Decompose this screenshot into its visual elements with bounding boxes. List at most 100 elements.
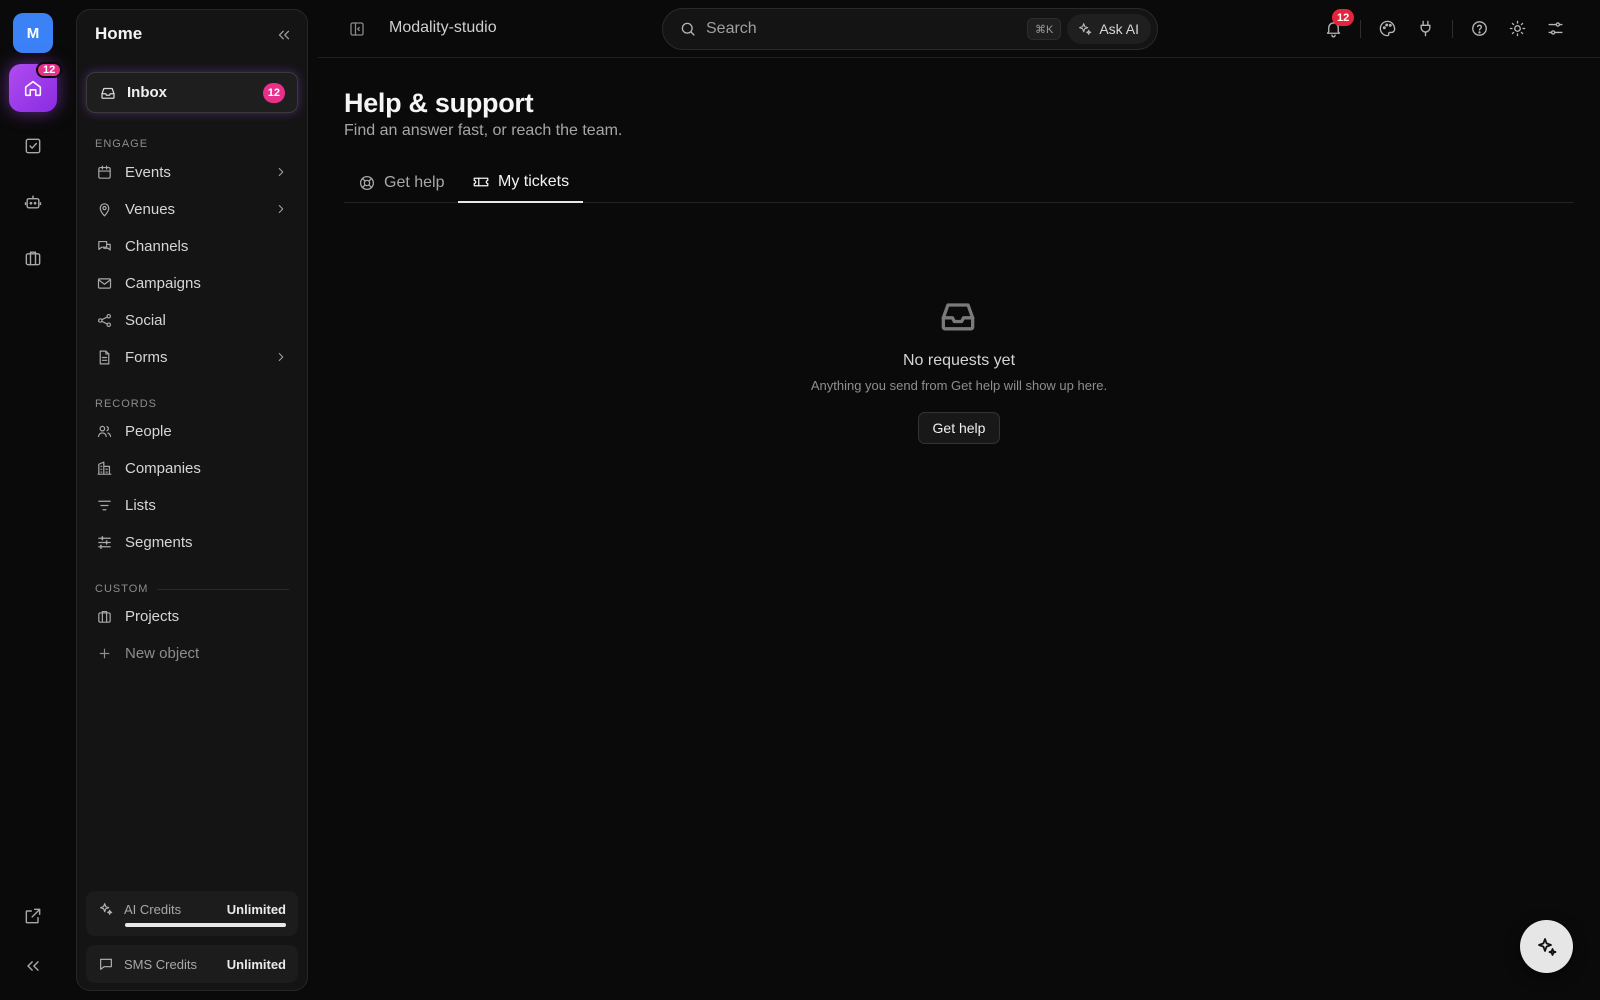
sidebar-item-campaigns[interactable]: Campaigns [86,266,298,300]
briefcase-icon [98,610,111,623]
message-icon [100,958,112,970]
sidebar-title: Home [95,24,143,43]
panel-left-icon [350,22,364,36]
empty-state-title: No requests yet [902,352,1016,369]
plug-icon [1420,20,1431,37]
integrations-button[interactable] [1416,19,1435,38]
tab-bar: Get help My tickets [344,162,1574,203]
sidebar-item-social[interactable]: Social [86,303,298,337]
section-label-engage: ENGAGE [95,138,149,150]
sidebar-item-label: Lists [125,496,156,514]
sidebar-item-label: Venues [125,200,176,218]
ai-credits-progress-bar [125,923,286,927]
theme-toggle-button[interactable] [1508,19,1527,38]
users-icon [97,425,112,437]
bot-icon [24,195,42,209]
sidebar-item-channels[interactable]: Channels [86,229,298,263]
rail-tasks-button[interactable] [17,130,49,162]
new-object-button[interactable]: New object [86,636,298,670]
preferences-button[interactable] [1546,19,1565,38]
search-icon [681,22,695,36]
sidebar-item-label: Projects [125,607,180,625]
section-label-records: RECORDS [95,398,158,410]
sidebar-item-lists[interactable]: Lists [86,488,298,522]
tab-label: My tickets [498,172,570,190]
sun-icon [1509,20,1526,37]
sidebar-item-label: Social [125,311,166,329]
sparkles-icon [100,903,113,915]
workspace-name: Modality-studio [389,19,497,36]
search-shortcut-hint: ⌘K [1026,18,1062,40]
theme-palette-button[interactable] [1378,19,1397,38]
sidebar-item-label: Companies [125,459,201,477]
help-circle-icon [1472,21,1487,36]
page-title: Help & support [344,88,534,118]
new-object-label: New object [125,644,200,662]
sidebar-item-label: Channels [125,237,189,255]
inbox-icon [101,87,115,99]
sidebar-item-label: Campaigns [125,274,201,292]
help-button[interactable] [1470,19,1489,38]
sidebar-item-inbox[interactable]: Inbox 12 [86,72,298,113]
home-badge: 12 [36,62,63,78]
sidebar-item-venues[interactable]: Venues [86,192,298,226]
top-bar: Modality-studio ⌘K Ask AI 12 [318,0,1600,58]
sidebar-collapse-button[interactable] [275,26,293,44]
sidebar-item-segments[interactable]: Segments [86,525,298,559]
get-help-button[interactable]: Get help [918,412,1000,444]
ai-credits-value: Unlimited [226,901,286,917]
home-icon [24,80,42,97]
sidebar: Home Inbox 12 ENGAGE Events Venues Chann… [76,9,308,991]
sidebar-item-label: Segments [125,533,193,551]
sidebar-item-people[interactable]: People [86,414,298,448]
search-bar[interactable]: ⌘K Ask AI [662,8,1158,50]
lifebuoy-icon [359,175,375,190]
map-pin-icon [99,202,110,216]
sidebar-item-companies[interactable]: Companies [86,451,298,485]
building-icon [97,461,112,475]
ai-credits-card: AI Credits Unlimited [86,891,298,936]
briefcase-icon [25,251,41,266]
toolbar-divider [1360,20,1361,38]
chevrons-left-icon [278,30,290,40]
chevron-right-icon [274,165,288,179]
app-rail: M 12 [0,0,66,1000]
ai-credits-label: AI Credits [124,901,182,917]
tab-get-help[interactable]: Get help [344,162,458,203]
rail-bot-button[interactable] [17,186,49,218]
toggle-panel-button[interactable] [348,20,366,38]
toolbar-divider [1452,20,1453,38]
ask-ai-label: Ask AI [1099,21,1139,37]
ai-credits-progress-fill [125,923,286,927]
calendar-icon [98,165,111,179]
inbox-count-badge: 12 [262,82,285,103]
settings-sliders-icon [1548,22,1563,35]
workspace-avatar[interactable]: M [13,13,53,53]
rail-collapse-button[interactable] [17,950,49,982]
rail-briefcase-button[interactable] [17,242,49,274]
empty-state-subtitle: Anything you send from Get help will sho… [810,378,1108,393]
mail-icon [97,277,112,289]
tab-label: Get help [384,173,445,191]
external-link-icon [25,908,41,924]
tab-my-tickets[interactable]: My tickets [458,162,584,203]
sms-credits-card: SMS Credits Unlimited [86,945,298,983]
sms-credits-label: SMS Credits [124,956,197,972]
ai-assistant-button[interactable] [1520,920,1573,973]
ask-ai-button[interactable]: Ask AI [1067,14,1151,44]
sidebar-item-events[interactable]: Events [86,155,298,189]
search-input[interactable] [706,20,1027,38]
share-icon [97,313,112,327]
list-icon [98,500,111,510]
sparkles-icon [1537,937,1556,956]
palette-icon [1379,20,1396,37]
sidebar-item-label: Inbox [127,84,167,101]
section-label-custom: CUSTOM [95,583,149,595]
sparkles-icon [1079,23,1092,35]
rail-external-link-button[interactable] [17,900,49,932]
ticket-icon [473,177,489,186]
sliders-icon [98,535,111,549]
checkbox-icon [25,138,41,154]
sidebar-item-projects[interactable]: Projects [86,599,298,633]
sidebar-item-label: People [125,422,172,440]
